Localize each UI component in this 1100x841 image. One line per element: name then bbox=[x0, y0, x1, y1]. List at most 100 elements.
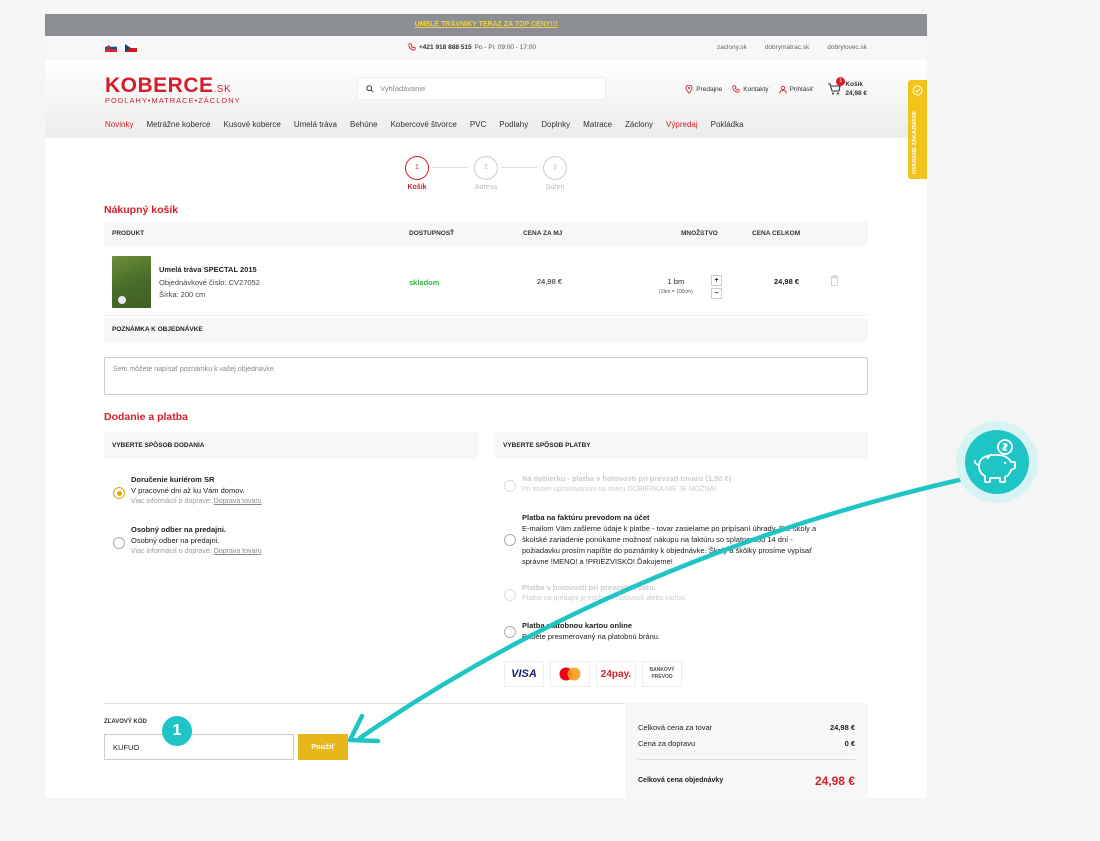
mastercard-logo: mastercard bbox=[550, 661, 590, 687]
visa-logo: VISA bbox=[504, 661, 544, 687]
payment-card-option[interactable]: Platba platobnou kartou online Budete pr… bbox=[522, 620, 660, 642]
verified-badge-icon bbox=[912, 85, 923, 96]
nav-doplnky[interactable]: Doplnky bbox=[541, 120, 570, 129]
top-bar: +421 918 888 515 Po - Pi: 09:00 - 17:00 … bbox=[45, 36, 927, 60]
shipping-courier-radio[interactable] bbox=[113, 487, 125, 499]
payment-cash-option[interactable]: Platba v hotovosti pri prevzatí tovaru. … bbox=[522, 582, 687, 604]
nav-matrace[interactable]: Matrace bbox=[583, 120, 612, 129]
verified-customers-tab[interactable]: OVERENÉ ZÁKAZNÍKMI bbox=[908, 80, 927, 179]
search-box[interactable]: Vyhľadávanie bbox=[357, 77, 606, 100]
nav-vypredaj[interactable]: Výpredaj bbox=[666, 120, 698, 129]
shipping-info-link[interactable]: Doprava tovaru bbox=[214, 548, 262, 555]
summary-value: 24,98 € bbox=[829, 723, 855, 732]
total-label: Celková cena objednávky bbox=[638, 777, 724, 784]
nav-kobercove-stvorce[interactable]: Kobercové štvorce bbox=[391, 120, 457, 129]
search-input[interactable]: Vyhľadávanie bbox=[380, 84, 425, 93]
nav-metrazne-koberce[interactable]: Metrážne koberce bbox=[146, 120, 210, 129]
product-thumbnail[interactable] bbox=[112, 256, 151, 308]
apply-coupon-button[interactable]: Použiť bbox=[298, 734, 348, 760]
main-nav: Novinky Metrážne koberce Kusové koberce … bbox=[105, 120, 744, 129]
shipping-info-link[interactable]: Doprava tovaru bbox=[214, 498, 262, 505]
link-dobrymatrac[interactable]: dobrymatrac.sk bbox=[765, 44, 809, 51]
nav-podlahy[interactable]: Podlahy bbox=[499, 120, 528, 129]
czech-flag-icon[interactable] bbox=[125, 44, 137, 52]
nav-pvc[interactable]: PVC bbox=[470, 120, 486, 129]
product-name[interactable]: Umelá tráva SPECTAL 2015 bbox=[159, 265, 257, 274]
availability-status: skladom bbox=[409, 278, 440, 287]
payment-cash-radio[interactable] bbox=[504, 589, 516, 601]
option-title: Doručenie kuriérom SR bbox=[131, 475, 215, 484]
option-title: Platba na faktúru prevodom na účet bbox=[522, 513, 650, 522]
quantity-text: 1 bm bbox=[667, 277, 685, 286]
quantity-decrease-button[interactable]: − bbox=[711, 288, 722, 299]
nav-kusove-koberce[interactable]: Kusové koberce bbox=[223, 120, 280, 129]
coupon-input[interactable]: KUFUO bbox=[104, 734, 294, 760]
stores-link[interactable]: Predajne bbox=[685, 84, 722, 94]
cart-button[interactable]: 1 Košík 24,98 € bbox=[827, 77, 867, 98]
payment-logos: VISA mastercard 24pay. BANKOVÝ PREVOD bbox=[504, 661, 682, 687]
order-note-heading: POZNÁMKA K OBJEDNÁVKE bbox=[104, 318, 868, 342]
option-desc: školské zariadenie ponúkame možnosť náku… bbox=[522, 535, 793, 544]
line-total: 24,98 € bbox=[774, 277, 800, 286]
slovak-flag-icon[interactable] bbox=[105, 44, 117, 52]
link-zaclony[interactable]: zaclony.sk bbox=[717, 44, 747, 51]
payment-invoice-radio[interactable] bbox=[504, 534, 516, 546]
step-address: 2 Adresa bbox=[466, 156, 506, 191]
verified-tab-label: OVERENÉ ZÁKAZNÍKMI bbox=[912, 111, 918, 174]
cart-label: Košík bbox=[845, 81, 864, 88]
promo-banner[interactable]: UMELÉ TRÁVNIKY TERAZ ZA TOP CENY!!! bbox=[45, 14, 927, 36]
summary-total: Celková cena objednávky 24,98 € bbox=[638, 759, 855, 788]
shipping-courier-option[interactable]: Doručenie kuriérom SR V pracovné dni až … bbox=[131, 474, 262, 507]
checkout-steps: 1 Košík 2 Adresa 3 Súhrn bbox=[397, 156, 567, 206]
trash-icon[interactable] bbox=[830, 275, 839, 286]
option-meta: Viac informácií o doprave: bbox=[131, 548, 212, 555]
site-logo[interactable]: KOBERCE.SK PODLAHY•MATRACE•ZÁCLONY bbox=[105, 74, 241, 105]
contacts-label: Kontakty bbox=[743, 85, 769, 93]
option-desc: Platba na predajni je možná v hotovosti … bbox=[522, 595, 687, 602]
total-value: 24,98 € bbox=[814, 774, 855, 788]
contacts-link[interactable]: Kontakty bbox=[732, 85, 769, 93]
piggy-bank-badge bbox=[956, 421, 1038, 503]
cart-count-badge: 1 bbox=[836, 77, 846, 86]
login-link[interactable]: Prihlásiť bbox=[778, 85, 813, 94]
payment-cod-option[interactable]: Na dobierku - platba v hotovosti pri pre… bbox=[522, 473, 731, 495]
option-title: Platba platobnou kartou online bbox=[522, 621, 633, 630]
payment-card-radio[interactable] bbox=[504, 626, 516, 638]
option-title: Platba v hotovosti pri prevzatí tovaru. bbox=[522, 583, 656, 592]
summary-value: 0 € bbox=[844, 739, 855, 748]
logo-tld: .SK bbox=[213, 84, 232, 95]
step-label: Košík bbox=[407, 184, 427, 191]
option-desc: správne !MENO! a !PRIEZVISKO! Ďakujeme! bbox=[522, 557, 673, 566]
quantity-increase-button[interactable]: + bbox=[711, 275, 722, 286]
cart-heading: Nákupný košík bbox=[104, 204, 179, 216]
col-product: PRODUKT bbox=[112, 230, 145, 237]
nav-pokladka[interactable]: Pokládka bbox=[711, 120, 744, 129]
step-summary: 3 Súhrn bbox=[535, 156, 575, 191]
product-width: Šírka: 200 cm bbox=[159, 290, 206, 299]
nav-novinky[interactable]: Novinky bbox=[105, 120, 133, 129]
shipping-pickup-radio[interactable] bbox=[113, 537, 125, 549]
nav-umela-trava[interactable]: Umelá tráva bbox=[294, 120, 337, 129]
nav-zaclony[interactable]: Záclony bbox=[625, 120, 653, 129]
language-switcher bbox=[105, 44, 137, 52]
shipping-pickup-option[interactable]: Osobný odber na predajni. Osobný odber n… bbox=[131, 524, 262, 557]
cart-total: 24,98 € bbox=[845, 90, 867, 97]
step-number: 2 bbox=[474, 156, 498, 180]
header-actions: Predajne Kontakty Prihlásiť 1 Košík 24,9… bbox=[685, 77, 867, 98]
payment-invoice-option[interactable]: Platba na faktúru prevodom na účet E-mai… bbox=[522, 512, 816, 567]
step-label: Súhrn bbox=[545, 184, 565, 191]
piggy-bank-icon bbox=[974, 439, 1016, 483]
delivery-payment-heading: Dodanie a platba bbox=[104, 411, 189, 423]
summary-label: Celková cena za tovar bbox=[638, 723, 713, 732]
col-availability: DOSTUPNOSŤ bbox=[409, 230, 455, 237]
step-connector bbox=[501, 167, 537, 168]
24pay-logo: 24pay. bbox=[596, 661, 636, 687]
logo-tagline: PODLAHY•MATRACE•ZÁCLONY bbox=[105, 96, 241, 105]
nav-behune[interactable]: Behúne bbox=[350, 120, 378, 129]
partner-links: zaclony.sk dobrymatrac.sk dobrylovec.sk bbox=[717, 44, 867, 51]
order-note-textarea[interactable]: Sem môžete napísať poznámku k vašej obje… bbox=[104, 357, 868, 395]
phone-contact[interactable]: +421 918 888 515 Po - Pi: 09:00 - 17:00 bbox=[408, 43, 536, 51]
link-dobrylovec[interactable]: dobrylovec.sk bbox=[827, 44, 867, 51]
payment-cod-radio[interactable] bbox=[504, 480, 516, 492]
phone-hours: Po - Pi: 09:00 - 17:00 bbox=[474, 43, 537, 51]
